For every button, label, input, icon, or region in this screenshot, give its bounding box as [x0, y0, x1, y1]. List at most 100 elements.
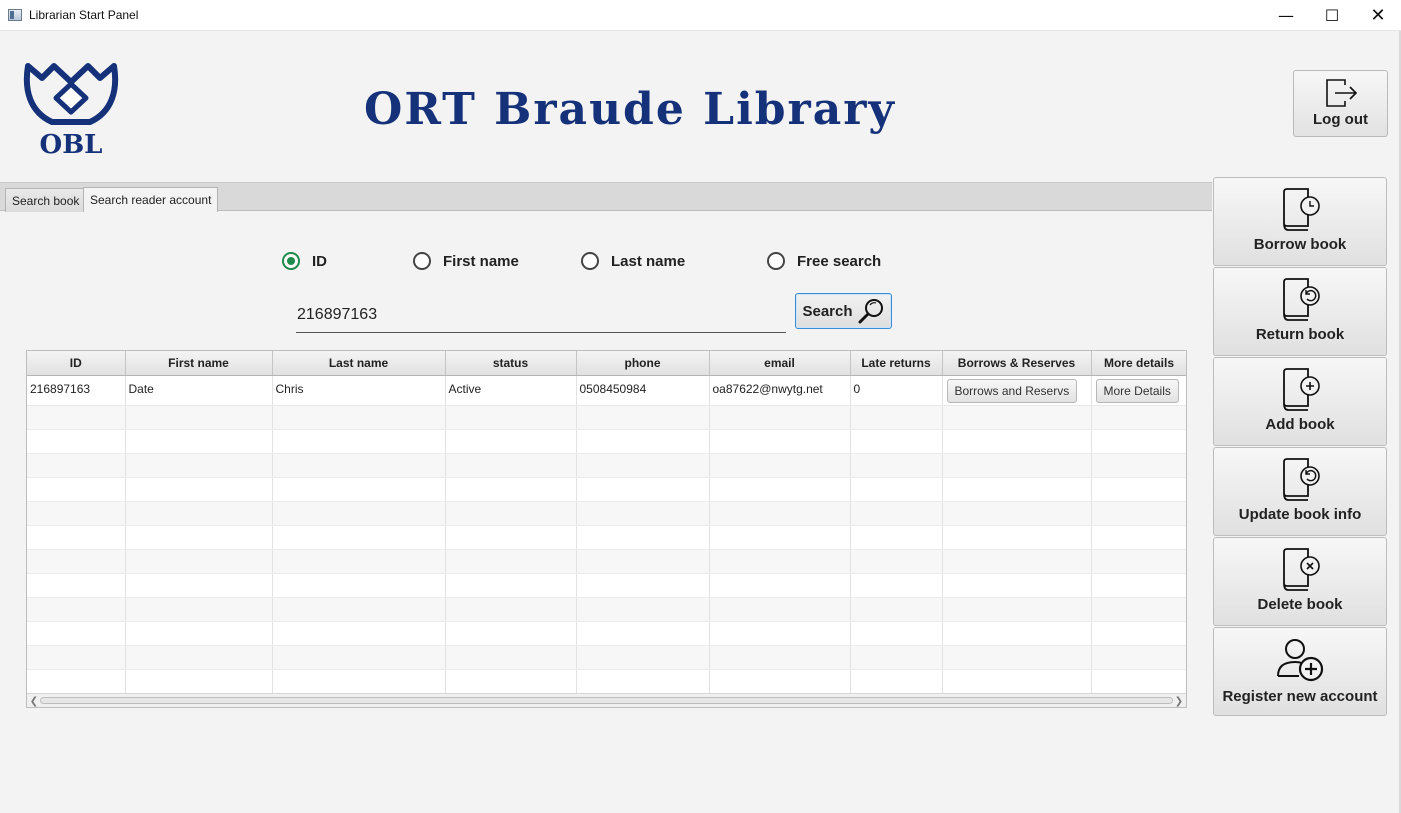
empty-cell	[125, 429, 273, 454]
empty-cell	[272, 429, 446, 454]
delete-book-button[interactable]: Delete book	[1213, 537, 1387, 626]
empty-cell	[942, 669, 1092, 694]
empty-cell	[709, 453, 851, 478]
cell-id: 216897163	[27, 375, 126, 406]
delete-book-label: Delete book	[1257, 596, 1343, 613]
cell-status: Active	[445, 375, 577, 406]
radio-free-search-circle[interactable]	[767, 252, 785, 270]
empty-cell	[942, 429, 1092, 454]
empty-cell	[1091, 525, 1186, 550]
tab-search-reader-account[interactable]: Search reader account	[83, 187, 219, 212]
scroll-thumb[interactable]	[40, 697, 1173, 704]
logout-icon	[1325, 79, 1357, 107]
radio-free-search[interactable]: Free search	[767, 252, 881, 270]
empty-cell	[272, 453, 446, 478]
tab-search-book[interactable]: Search book	[5, 188, 87, 212]
borrow-book-button[interactable]: Borrow book	[1213, 177, 1387, 266]
empty-cell	[942, 477, 1092, 502]
update-book-info-button[interactable]: Update book info	[1213, 447, 1387, 536]
column-header-email[interactable]: email	[709, 351, 851, 376]
empty-cell	[125, 645, 273, 670]
empty-cell	[27, 597, 126, 622]
register-new-account-button[interactable]: Register new account	[1213, 627, 1387, 716]
window-titlebar: Librarian Start Panel — ☐ ✕	[0, 0, 1401, 31]
table-header-row: ID First name Last name status phone ema…	[27, 351, 1186, 376]
empty-cell	[445, 477, 577, 502]
radio-last-name[interactable]: Last name	[581, 252, 685, 270]
user-add-icon	[1277, 639, 1324, 682]
empty-cell	[709, 597, 851, 622]
empty-cell	[272, 525, 446, 550]
empty-cell	[125, 453, 273, 478]
empty-cell	[27, 621, 126, 646]
radio-last-name-label: Last name	[611, 252, 686, 270]
empty-cell	[850, 597, 943, 622]
radio-id-circle[interactable]	[282, 252, 300, 270]
empty-table-row	[27, 429, 1186, 454]
empty-cell	[27, 477, 126, 502]
cell-borrows: Borrows and Reservs	[942, 375, 1092, 406]
radio-id[interactable]: ID	[282, 252, 327, 270]
logout-label: Log out	[1313, 111, 1368, 128]
column-header-more-details[interactable]: More details	[1091, 351, 1186, 376]
column-header-last-name[interactable]: Last name	[272, 351, 446, 376]
empty-cell	[445, 405, 577, 430]
book-clock-icon	[1283, 188, 1320, 231]
maximize-button[interactable]: ☐	[1309, 0, 1355, 31]
empty-table-row	[27, 453, 1186, 478]
empty-cell	[1091, 549, 1186, 574]
empty-cell	[576, 429, 710, 454]
logo-text: OBL	[40, 130, 103, 158]
scroll-right-icon[interactable]: ❯	[1173, 695, 1185, 707]
empty-cell	[272, 573, 446, 598]
column-header-late-returns[interactable]: Late returns	[850, 351, 943, 376]
empty-cell	[125, 597, 273, 622]
empty-table-row	[27, 597, 1186, 622]
window-controls: — ☐ ✕	[1263, 0, 1401, 31]
column-header-status[interactable]: status	[445, 351, 577, 376]
radio-first-name-circle[interactable]	[413, 252, 431, 270]
radio-first-name[interactable]: First name	[413, 252, 519, 270]
logout-button[interactable]: Log out	[1293, 70, 1388, 137]
empty-cell	[942, 597, 1092, 622]
empty-cell	[709, 549, 851, 574]
empty-cell	[272, 549, 446, 574]
empty-cell	[125, 549, 273, 574]
empty-table-row	[27, 621, 1186, 646]
empty-cell	[850, 621, 943, 646]
empty-cell	[125, 669, 273, 694]
minimize-button[interactable]: —	[1263, 0, 1309, 31]
cell-details: More Details	[1091, 375, 1186, 406]
search-input[interactable]	[296, 297, 786, 333]
table-row[interactable]: 216897163 Date Chris Active 0508450984 o…	[27, 375, 1186, 406]
empty-cell	[1091, 573, 1186, 598]
empty-cell	[272, 477, 446, 502]
scroll-left-icon[interactable]: ❮	[28, 695, 40, 707]
empty-cell	[576, 501, 710, 526]
column-header-phone[interactable]: phone	[576, 351, 710, 376]
borrows-and-reservs-button[interactable]: Borrows and Reservs	[946, 378, 1078, 403]
empty-cell	[576, 645, 710, 670]
empty-cell	[445, 453, 577, 478]
search-button[interactable]: Search	[795, 293, 892, 329]
radio-id-label: ID	[312, 252, 327, 270]
column-header-borrows-reserves[interactable]: Borrows & Reserves	[942, 351, 1092, 376]
column-header-id[interactable]: ID	[27, 351, 126, 376]
close-button[interactable]: ✕	[1355, 0, 1401, 31]
empty-cell	[850, 477, 943, 502]
return-book-button[interactable]: Return book	[1213, 267, 1387, 356]
horizontal-scrollbar[interactable]: ❮ ❯	[27, 693, 1186, 707]
empty-cell	[942, 549, 1092, 574]
cell-email: oa87622@nwytg.net	[709, 375, 851, 406]
empty-cell	[445, 621, 577, 646]
empty-cell	[942, 405, 1092, 430]
empty-cell	[850, 669, 943, 694]
add-book-button[interactable]: Add book	[1213, 357, 1387, 446]
empty-cell	[445, 597, 577, 622]
empty-table-row	[27, 525, 1186, 550]
cell-last-name: Chris	[272, 375, 446, 406]
radio-last-name-circle[interactable]	[581, 252, 599, 270]
empty-cell	[942, 621, 1092, 646]
more-details-button[interactable]: More Details	[1095, 378, 1179, 403]
column-header-first-name[interactable]: First name	[125, 351, 273, 376]
